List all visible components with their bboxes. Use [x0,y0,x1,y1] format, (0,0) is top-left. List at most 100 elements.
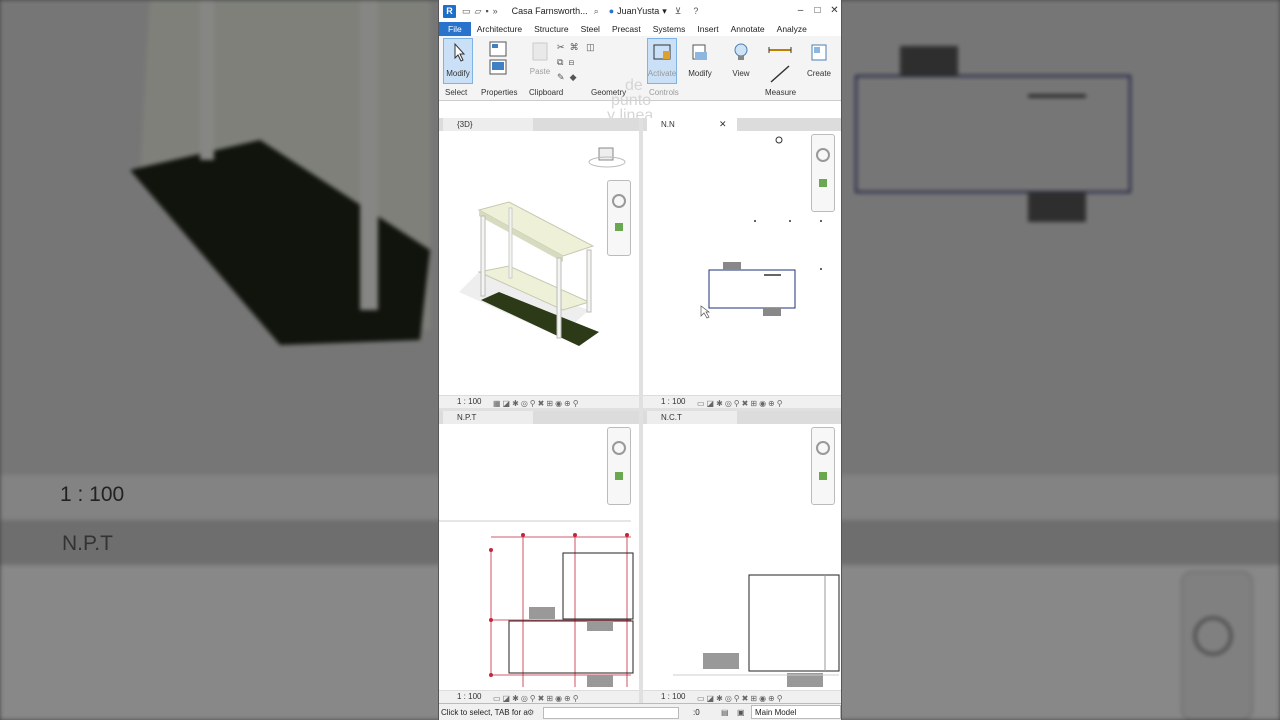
navigation-bar[interactable] [607,180,631,256]
view-npt-control-icons[interactable]: ▭◪✱◎⚲✖⊞◉⊕⚲ [493,693,581,703]
more-icon[interactable]: » [493,6,498,17]
view-3d-model [459,147,626,346]
steering-wheel-icon-4 [816,441,830,480]
title-bar: R ▭ ▱ ▪ » Casa Farnsworth... ⌕ ● JuanYus… [439,0,841,22]
create-button[interactable]: Create [805,42,833,78]
steering-wheel-icon [612,194,626,231]
create-icon [811,44,827,61]
worksets-icon[interactable]: ⚙ [527,704,534,720]
match-icon[interactable]: ✎ [557,72,565,82]
view-label: View [732,69,750,78]
save-icon[interactable]: ▪ [485,6,488,17]
minimize-icon[interactable]: – [792,0,809,22]
tab-steel[interactable]: Steel [575,24,606,34]
design-options-icon[interactable]: ▤ [721,704,729,720]
caption-line-2: punto [611,92,652,109]
select-panel-label[interactable]: Select [445,88,467,97]
close-icon[interactable]: ✕ [826,0,841,22]
user-account[interactable]: ● JuanYusta ▾ [609,6,667,17]
create-label: Create [806,69,831,78]
view-3d-control-icons[interactable]: ▦◪✱◎⚲✖⊞◉⊕⚲ [493,398,581,408]
join-icon[interactable]: ◫ [586,42,595,52]
filter-icon[interactable]: ▣ [737,704,745,720]
workset-dropdown[interactable] [543,707,679,719]
navigation-bar-4[interactable] [811,427,835,505]
view-3d[interactable]: {3D} 1 : 100 ▦◪✱◎⚲✖⊞◉⊕⚲ [439,118,639,408]
view-plan-top-scale[interactable]: 1 : 100 [661,396,685,408]
model-selector-label: Main Model [755,708,797,717]
view-3d-title[interactable]: {3D} [443,118,533,131]
view-button[interactable]: View [727,42,755,78]
selection-count: :0 [693,708,700,717]
paste-label: Paste [529,67,551,76]
activate-controls-button[interactable]: Activate [647,42,677,78]
navigation-bar-2[interactable] [811,134,835,212]
cut-icon[interactable]: ✂ [557,42,565,52]
view-plan-top-control-bar: 1 : 100 ▭◪✱◎⚲✖⊞◉⊕⚲ [643,395,841,408]
view-3d-header: {3D} [439,118,639,131]
cursor-arrow-icon [454,42,466,62]
chevron-down-icon: ▾ [662,5,667,16]
view-plan-top-header: N.N ✕ [643,118,841,131]
tab-precast[interactable]: Precast [606,24,647,34]
properties-button[interactable] [483,40,513,78]
paste-button[interactable]: Paste [527,40,553,76]
view-npt-title[interactable]: N.P.T [443,411,533,424]
view-npt-scale[interactable]: 1 : 100 [457,691,481,703]
tab-systems[interactable]: Systems [647,24,692,34]
view-nct[interactable]: N.C.T 1 : 100 ▭◪✱◎⚲✖⊞◉⊕⚲ [643,411,841,703]
view-plan-top[interactable]: N.N ✕ 1 : 100 ▭◪✱◎⚲✖⊞◉⊕⚲ [643,118,841,408]
status-bar: Click to select, TAB for a ⚙ :0 ▤ ▣ Main… [439,703,841,720]
view-npt[interactable]: N.P.T 1 : 100 ▭◪✱◎⚲✖⊞◉⊕⚲ [439,411,639,703]
measure-icon[interactable] [765,40,797,86]
close-view-icon[interactable]: ✕ [719,118,727,131]
status-message: Click to select, TAB for a [441,708,528,717]
cart-icon[interactable]: ⊻ [675,6,682,17]
maximize-icon[interactable]: □ [809,0,826,22]
tab-architecture[interactable]: Architecture [471,24,528,34]
navigation-bar-3[interactable] [607,427,631,505]
activate-label: Activate [647,69,677,78]
revit-window: R ▭ ▱ ▪ » Casa Farnsworth... ⌕ ● JuanYus… [438,0,842,720]
tab-structure[interactable]: Structure [528,24,575,34]
tab-file[interactable]: File [439,22,471,36]
user-name: JuanYusta [617,6,660,16]
view-3d-control-bar: 1 : 100 ▦◪✱◎⚲✖⊞◉⊕⚲ [439,395,639,408]
view-nct-scale[interactable]: 1 : 100 [661,691,685,703]
view-nct-control-icons[interactable]: ▭◪✱◎⚲✖⊞◉⊕⚲ [697,693,785,703]
view-cube-icon[interactable] [588,147,626,168]
split-icon[interactable]: ⊟ [568,57,574,67]
view-3d-scale[interactable]: 1 : 100 [457,396,481,408]
view-plan-top-control-icons[interactable]: ▭◪✱◎⚲✖⊞◉⊕⚲ [697,398,785,408]
modify-view-button[interactable]: Modify [685,42,715,78]
steering-wheel-icon-3 [612,441,626,480]
window-title: Casa Farnsworth... [511,6,588,16]
open-icon[interactable]: ▱ [475,6,482,17]
modify-view-icon [692,44,707,60]
paste-icon [532,42,548,61]
view-nct-title[interactable]: N.C.T [647,411,737,424]
model-selector[interactable]: Main Model [751,705,841,719]
controls-panel-label: Controls [649,88,679,97]
ribbon-tabs: File Architecture Structure Steel Precas… [439,22,841,36]
background-scale-label: 1 : 100 [60,483,125,506]
measure-panel-label: Measure [765,88,797,97]
tab-annotate[interactable]: Annotate [725,24,771,34]
view-npt-header: N.P.T [439,411,639,424]
new-file-icon[interactable]: ▭ [462,6,471,17]
revit-logo-icon[interactable]: R [443,4,456,18]
caption-line-1: de [625,77,643,94]
cope-icon[interactable]: ⌘ [570,42,579,52]
clipboard-panel-label: Clipboard [529,88,564,97]
tab-insert[interactable]: Insert [691,24,724,34]
search-binoculars-icon[interactable]: ⌕ [594,6,599,17]
window-controls: – □ ✕ [792,0,841,22]
copy-icon[interactable]: ⧉ [557,57,563,67]
user-icon: ● [608,6,615,16]
background-view-title: N.P.T [62,532,113,555]
paint-icon[interactable]: ◆ [570,72,577,82]
help-icon[interactable]: ? [693,6,698,16]
modify-button[interactable]: Modify [443,42,473,78]
tab-analyze[interactable]: Analyze [771,24,813,34]
properties-panel-label: Properties [481,88,518,97]
